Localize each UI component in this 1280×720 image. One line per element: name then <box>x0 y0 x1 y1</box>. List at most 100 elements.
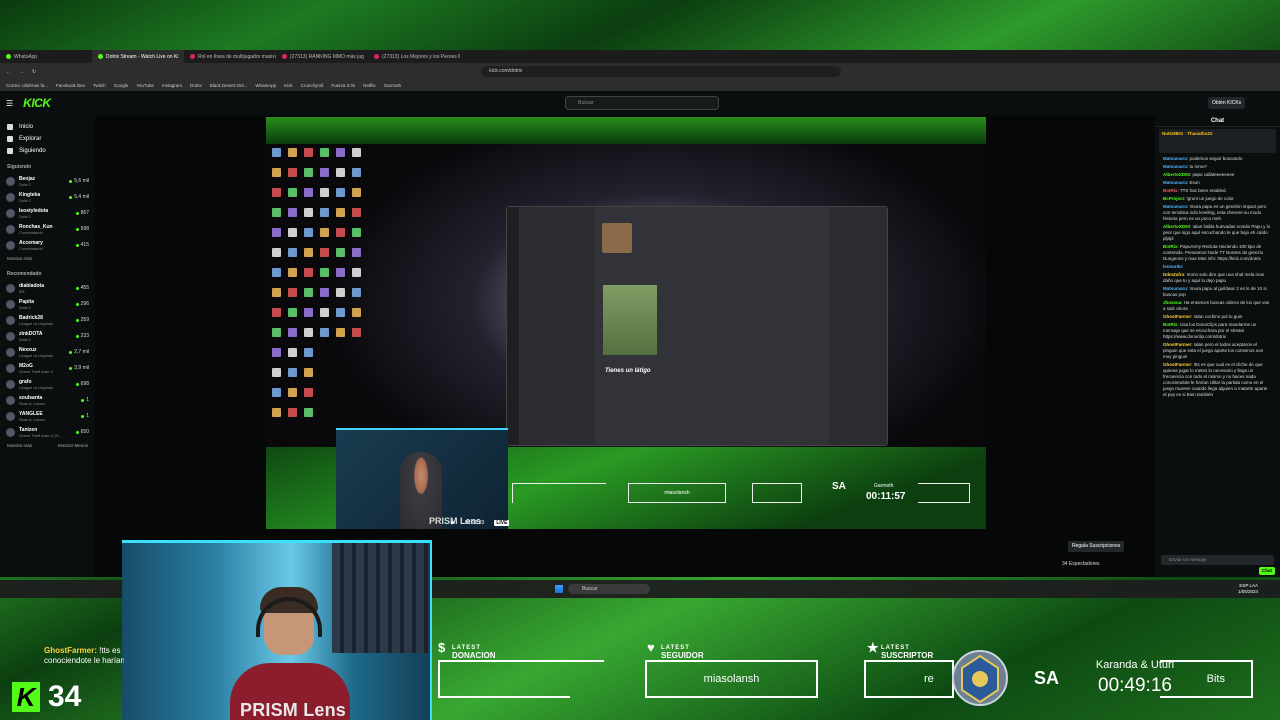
channel-viewers: 5,6 mil <box>69 178 89 184</box>
chat-username[interactable]: GhostFarmer <box>1163 362 1191 367</box>
stream-sa-text: SA <box>832 481 846 492</box>
channel-viewers: 233 <box>76 333 89 339</box>
bookmark[interactable]: Google <box>114 83 129 88</box>
chat-username[interactable]: Matsumaru <box>1163 204 1187 209</box>
chat-username[interactable]: BotRix <box>1163 188 1178 193</box>
channel-item[interactable]: Tanizen Grand Theft Auto V (G... 650 <box>0 424 95 440</box>
forward-icon[interactable]: → <box>19 69 24 75</box>
nav-home[interactable]: Inicio <box>0 121 95 133</box>
bookmark[interactable]: YouTube <box>136 83 154 88</box>
chat-message: AlbertoXD00: !alan habla huevadas nomás … <box>1163 224 1271 241</box>
chat-username[interactable]: GhostFarmer <box>1163 342 1191 347</box>
chat-username[interactable]: Matsumaru <box>1163 286 1187 291</box>
desktop-app-icon <box>288 248 297 257</box>
channel-item[interactable]: Ronchas_Kun Conversando 598 <box>0 221 95 237</box>
gift-subs-button[interactable]: Regala Suscripciones <box>1068 541 1125 552</box>
chat-username[interactable]: BcProject <box>1163 196 1184 201</box>
heart-icon: ♥ <box>647 640 655 655</box>
windows-start-icon[interactable] <box>555 585 563 593</box>
chat-username[interactable]: BotRix <box>1163 244 1178 249</box>
channel-item[interactable]: Badrick28 League of Legends 259 <box>0 312 95 328</box>
channel-info: Papita Dota 2 <box>19 299 76 310</box>
channel-game: League of Legends <box>19 320 54 326</box>
recommended-footer: Mostrar más Mostrar Menos <box>0 440 95 451</box>
latest-follower-label: ♥ LATEST SEGUIDOR <box>647 640 704 660</box>
home-icon <box>7 124 13 130</box>
bookmark[interactable]: Garmoth <box>384 83 402 88</box>
channel-item[interactable]: zinkDOTA Dota 2 233 <box>0 328 95 344</box>
menu-icon[interactable]: ☰ <box>6 99 13 108</box>
bookmark[interactable]: Correo: Ubérnas fa... <box>6 83 48 88</box>
channel-item[interactable]: diabladota IRL 455 <box>0 280 95 296</box>
taskbar-search[interactable]: Buscar <box>568 584 650 594</box>
bookmark[interactable]: Facebook Dex <box>56 83 85 88</box>
channel-item[interactable]: Accemary Conversando 415 <box>0 237 95 253</box>
channel-item[interactable]: grafo League of Legends 698 <box>0 376 95 392</box>
channel-info: Kingteka Dota 2 <box>19 192 69 203</box>
channel-item[interactable]: Papita Dota 2 296 <box>0 296 95 312</box>
chat-text: TTS has been enabled. <box>1179 188 1227 193</box>
bookmark[interactable]: Fuerza 3.0s <box>331 83 355 88</box>
chat-input[interactable]: Enviar un mensaje <box>1161 555 1274 565</box>
viewer-count-small: 34 Espectadores <box>1062 561 1100 567</box>
nav-following[interactable]: Siguiendo <box>0 145 95 157</box>
nav-explore[interactable]: Explorar <box>0 133 95 145</box>
chat-send-button[interactable]: Chat <box>1259 567 1275 575</box>
chat-text: podemos seguir buscando <box>1189 156 1243 161</box>
browser-tab[interactable]: (27313) RANKING MMO más jug <box>276 50 368 63</box>
bookmark[interactable]: Dotrix <box>190 83 202 88</box>
chat-username[interactable]: leonardo <box>1163 264 1182 269</box>
desktop-app-icon <box>336 308 345 317</box>
channel-info: grafo League of Legends <box>19 379 76 390</box>
video-player[interactable]: Tienes un látigo miasolansh SA Garmoth 0… <box>95 115 1155 577</box>
bookmark[interactable]: WhatsApp <box>255 83 276 88</box>
bookmark[interactable]: Twitch <box>93 83 106 88</box>
channel-item[interactable]: Kingteka Dota 2 5,4 mil <box>0 189 95 205</box>
desktop-app-icon <box>352 248 361 257</box>
desktop-app-icon <box>336 188 345 197</box>
following-show-more[interactable]: Mostrar más <box>0 253 95 264</box>
chat-username[interactable]: Matsumaru <box>1163 156 1187 161</box>
chat-username[interactable]: DdmZafro <box>1163 272 1184 277</box>
get-kicks-button[interactable]: Obtén KICKs <box>1208 97 1246 109</box>
chat-username[interactable]: Matsumaru <box>1163 164 1187 169</box>
browser-tab[interactable]: Rol en línea de multijugador masivo <box>184 50 276 63</box>
channel-item[interactable]: YANGLEE Slots & Casino 1 <box>0 408 95 424</box>
chat-username[interactable]: GhostFarmer <box>1163 314 1191 319</box>
channel-info: Badrick28 League of Legends <box>19 315 76 326</box>
channel-item[interactable]: leostyledota Dota 2 867 <box>0 205 95 221</box>
bookmark[interactable]: Kick <box>284 83 293 88</box>
channel-game: Dota 2 <box>19 336 31 342</box>
channel-avatar <box>6 208 15 218</box>
desktop-app-icon <box>320 208 329 217</box>
chat-username[interactable]: Jhossua <box>1163 300 1181 305</box>
channel-item[interactable]: Nexxuz League of Legends 2,7 mil <box>0 344 95 360</box>
url-field[interactable]: kick.com/dotrix <box>481 66 842 77</box>
bookmark[interactable]: Netflix <box>363 83 376 88</box>
bookmark[interactable]: Instagram <box>162 83 182 88</box>
reload-icon[interactable]: ↻ <box>32 69 36 75</box>
back-icon[interactable]: ← <box>6 69 11 75</box>
kick-logo[interactable]: KICK <box>23 96 51 110</box>
bookmark[interactable]: Black Desert Onl... <box>210 83 248 88</box>
channel-item[interactable]: soulsanta Slots & Casino 1 <box>0 392 95 408</box>
browser-tab[interactable]: Dotrix Stream - Watch Live on Ki <box>92 50 184 63</box>
desktop-app-icon <box>336 248 345 257</box>
channel-item[interactable]: Benjaz Dota 2 5,6 mil <box>0 173 95 189</box>
desktop-app-icon <box>336 148 345 157</box>
browser-tab[interactable]: (27313) Los Mejores y los Peores MM <box>368 50 460 63</box>
chat-username[interactable]: Matsumaru <box>1163 180 1187 185</box>
play-icon[interactable]: ▶ <box>451 520 455 526</box>
channel-item[interactable]: M2oG Grand Theft Auto V 3,9 mil <box>0 360 95 376</box>
nested-desktop: Tienes un látigo <box>266 144 986 456</box>
bookmark[interactable]: Crunchyroll <box>301 83 324 88</box>
stream-video[interactable]: Tienes un látigo miasolansh SA Garmoth 0… <box>266 117 986 529</box>
chat-username[interactable]: AlbertoXD00 <box>1163 172 1190 177</box>
browser-tab[interactable]: WhatsApp <box>0 50 92 63</box>
recommended-show-less[interactable]: Mostrar Menos <box>58 443 88 448</box>
chat-username[interactable]: BotRix <box>1163 322 1178 327</box>
chat-username[interactable]: AlbertoXD00 <box>1163 224 1190 229</box>
search-input[interactable]: Buscar <box>565 96 719 110</box>
channel-info: Ronchas_Kun Conversando <box>19 224 76 235</box>
recommended-show-more[interactable]: Mostrar más <box>7 443 32 448</box>
